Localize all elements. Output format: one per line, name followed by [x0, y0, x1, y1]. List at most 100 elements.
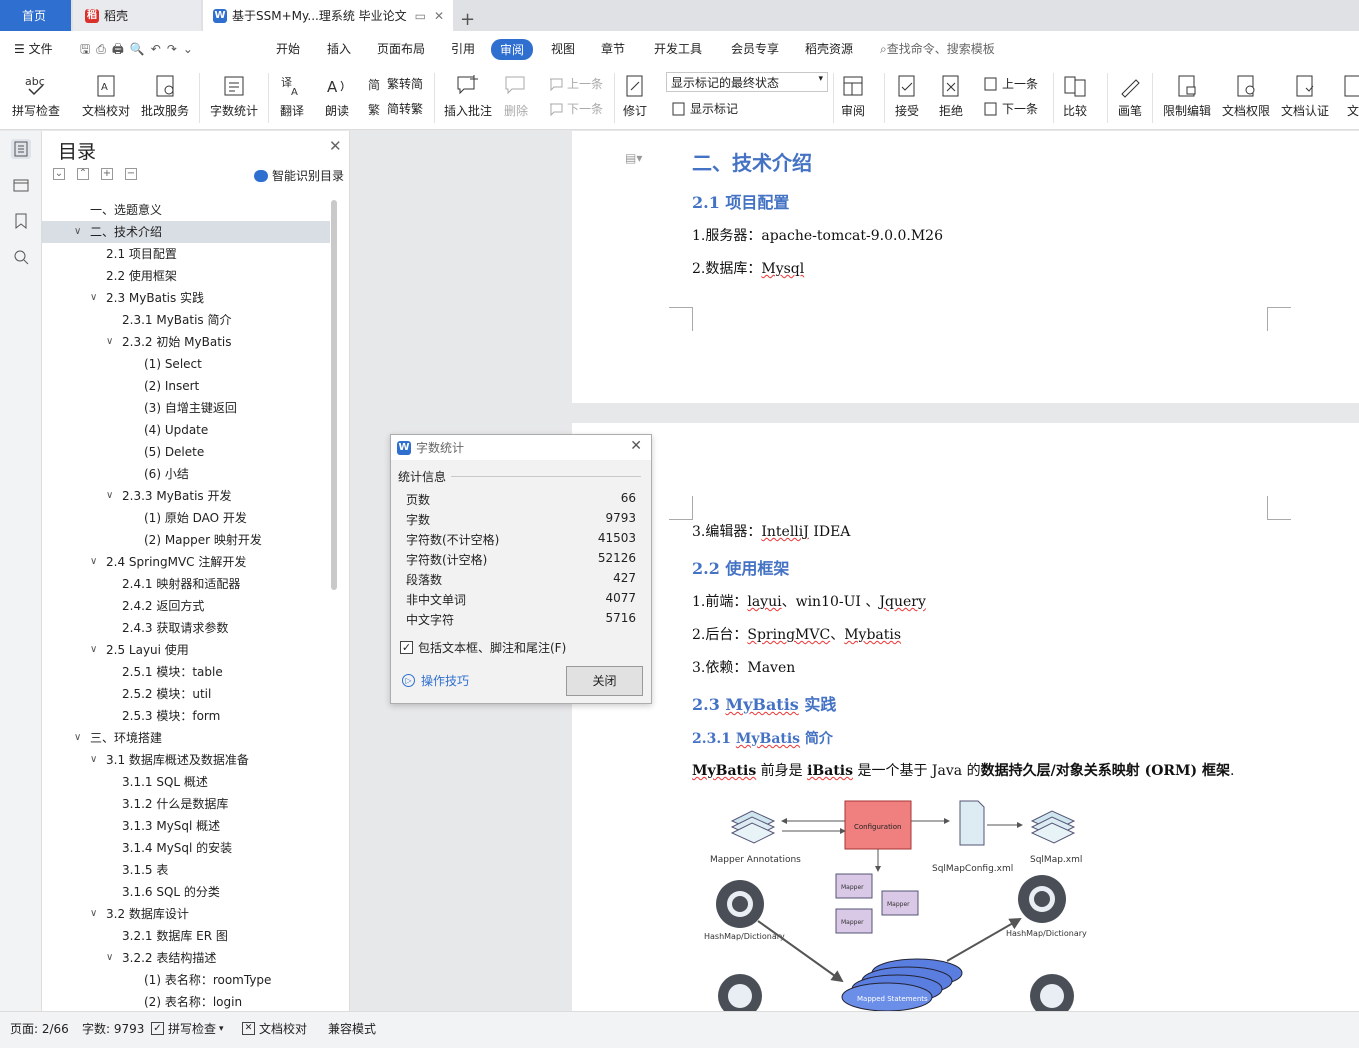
toc-item[interactable]: ∨ 2.3 MyBatis 实践 — [42, 287, 330, 309]
toc-item[interactable]: ∨ 2.3.3 MyBatis 开发 — [42, 485, 330, 507]
menu-member[interactable]: 会员专享 — [731, 40, 779, 57]
ribbon-more-button[interactable]: 文 — [1340, 73, 1359, 119]
chevron-down-icon[interactable]: ∨ — [90, 639, 97, 661]
doc-proof-button[interactable]: A 文档校对 — [82, 73, 130, 119]
tab-daoke[interactable]: 稻 稻壳 — [73, 0, 201, 31]
tab-document[interactable]: W 基于SSM+My...理系统 毕业论文 ▭ ✕ — [203, 0, 453, 31]
paragraph-menu-icon[interactable]: ▤▾ — [625, 151, 642, 165]
search-icon[interactable] — [11, 247, 31, 267]
toc-item[interactable]: 2.4.2 返回方式 — [42, 595, 330, 617]
tab-close-icon[interactable]: ✕ — [434, 9, 444, 23]
markup-state-select[interactable]: 显示标记的最终状态 ▾ — [666, 72, 828, 92]
toc-item[interactable]: ∨ 2.3.2 初始 MyBatis — [42, 331, 330, 353]
page-indicator[interactable]: 页面: 2/66 — [10, 1020, 69, 1037]
chevron-down-icon[interactable]: ∨ — [106, 947, 113, 969]
toc-item[interactable]: ∨ 3.1 数据库概述及数据准备 — [42, 749, 330, 771]
toc-item[interactable]: 3.2.1 数据库 ER 图 — [42, 925, 330, 947]
smart-toc-button[interactable]: 智能识别目录 — [254, 167, 344, 184]
toc-item[interactable]: ∨ 3.2.2 表结构描述 — [42, 947, 330, 969]
toc-item[interactable]: 一、选题意义 — [42, 199, 330, 221]
close-button[interactable]: 关闭 — [566, 666, 643, 696]
toc-item[interactable]: 2.2 使用框架 — [42, 265, 330, 287]
next-change-button[interactable]: 下一条 — [983, 100, 1038, 117]
toc-item[interactable]: ∨ 三、环境搭建 — [42, 727, 330, 749]
chapter-icon[interactable] — [11, 175, 31, 195]
menu-daoke-res[interactable]: 稻壳资源 — [805, 40, 853, 57]
toc-item[interactable]: 2.4.1 映射器和适配器 — [42, 573, 330, 595]
doc-permission-button[interactable]: 文档权限 — [1222, 73, 1270, 119]
toc-item[interactable]: (1) 原始 DAO 开发 — [42, 507, 330, 529]
word-count-button[interactable]: 字数统计 — [210, 73, 258, 119]
expand-up-icon[interactable]: ⌃ — [77, 168, 89, 180]
bookmark-icon[interactable] — [11, 211, 31, 231]
toc-item[interactable]: (4) Update — [42, 419, 330, 441]
prev-comment-button[interactable]: 上一条 — [548, 75, 603, 92]
next-comment-button[interactable]: 下一条 — [548, 100, 603, 117]
toc-item[interactable]: (5) Delete — [42, 441, 330, 463]
read-aloud-button[interactable]: A 朗读 — [324, 73, 350, 119]
menu-layout[interactable]: 页面布局 — [377, 40, 425, 57]
chevron-down-icon[interactable]: ∨ — [74, 727, 81, 749]
show-markup-button[interactable]: 显示标记 — [671, 100, 738, 117]
toc-item[interactable]: 2.3.1 MyBatis 简介 — [42, 309, 330, 331]
menu-chapter[interactable]: 章节 — [601, 40, 625, 57]
spell-check-button[interactable]: abc 拼写检查 — [12, 73, 60, 119]
chevron-down-icon[interactable]: ∨ — [106, 485, 113, 507]
toc-item[interactable]: (2) Insert — [42, 375, 330, 397]
chevron-down-icon[interactable]: ∨ — [90, 903, 97, 925]
add-heading-icon[interactable]: + — [101, 168, 113, 180]
review-pane-button[interactable]: 审阅 — [840, 73, 866, 119]
status-spell-check[interactable]: ✓ 拼写检查 ▾ — [151, 1020, 224, 1037]
toc-item[interactable]: 2.5.3 模块：form — [42, 705, 330, 727]
status-doc-proof[interactable]: ✕ 文档校对 — [242, 1020, 307, 1037]
toc-item[interactable]: ∨ 2.4 SpringMVC 注解开发 — [42, 551, 330, 573]
doc-cert-button[interactable]: 文档认证 — [1281, 73, 1329, 119]
toc-item[interactable]: 3.1.6 SQL 的分类 — [42, 881, 330, 903]
toc-item[interactable]: (2) Mapper 映射开发 — [42, 529, 330, 551]
tips-link[interactable]: ▷ 操作技巧 — [402, 672, 469, 689]
toc-item[interactable]: (6) 小结 — [42, 463, 330, 485]
compare-button[interactable]: 比较 — [1062, 73, 1088, 119]
toc-item[interactable]: 3.1.3 MySql 概述 — [42, 815, 330, 837]
collapse-all-icon[interactable]: ⌄ — [53, 168, 65, 180]
toc-item[interactable]: ∨ 3.2 数据库设计 — [42, 903, 330, 925]
reject-button[interactable]: 拒绝 — [938, 73, 964, 119]
remove-heading-icon[interactable]: − — [125, 168, 137, 180]
correct-service-button[interactable]: 批改服务 — [141, 73, 189, 119]
toc-item[interactable]: (1) 表名称：roomType — [42, 969, 330, 991]
toc-item[interactable]: 2.1 项目配置 — [42, 243, 330, 265]
menu-reference[interactable]: 引用 — [451, 40, 475, 57]
toc-scrollbar[interactable] — [331, 200, 337, 590]
include-footnotes-checkbox[interactable]: ✓ 包括文本框、脚注和尾注(F) — [400, 639, 566, 656]
window-icon[interactable]: ▭ — [415, 9, 426, 23]
menu-insert[interactable]: 插入 — [327, 40, 351, 57]
toc-item[interactable]: 2.5.1 模块：table — [42, 661, 330, 683]
toc-item[interactable]: 3.1.5 表 — [42, 859, 330, 881]
prev-change-button[interactable]: 上一条 — [983, 75, 1038, 92]
toc-item[interactable]: (2) 表名称：login — [42, 991, 330, 1009]
menu-review[interactable]: 审阅 — [491, 39, 534, 60]
toc-item[interactable]: ∨ 2.5 Layui 使用 — [42, 639, 330, 661]
chevron-down-icon[interactable]: ∨ — [106, 331, 113, 353]
command-search[interactable]: ⌕查找命令、搜索模板 — [880, 40, 995, 57]
pen-button[interactable]: 画笔 — [1117, 73, 1143, 119]
accept-button[interactable]: 接受 — [894, 73, 920, 119]
toc-item[interactable]: 3.1.1 SQL 概述 — [42, 771, 330, 793]
toc-close-icon[interactable]: ✕ — [329, 137, 342, 155]
dialog-close-icon[interactable]: ✕ — [630, 438, 642, 454]
delete-comment-button[interactable]: 删除 — [503, 73, 529, 119]
restrict-edit-button[interactable]: 限制编辑 — [1163, 73, 1211, 119]
toc-item[interactable]: 3.1.2 什么是数据库 — [42, 793, 330, 815]
toc-item[interactable]: (3) 自增主键返回 — [42, 397, 330, 419]
chevron-down-icon[interactable]: ∨ — [90, 551, 97, 573]
track-changes-button[interactable]: 修订 — [622, 73, 648, 119]
menu-file[interactable]: ☰ 文件 — [14, 40, 53, 57]
trad-to-simp-button[interactable]: 简繁转简 — [368, 75, 423, 92]
toc-item[interactable]: 2.4.3 获取请求参数 — [42, 617, 330, 639]
toc-item[interactable]: 2.5.2 模块：util — [42, 683, 330, 705]
menu-view[interactable]: 视图 — [551, 40, 575, 57]
toc-item[interactable]: (1) Select — [42, 353, 330, 375]
chevron-down-icon[interactable]: ∨ — [74, 221, 81, 243]
menu-dev[interactable]: 开发工具 — [654, 40, 702, 57]
word-count-indicator[interactable]: 字数: 9793 — [82, 1020, 144, 1037]
